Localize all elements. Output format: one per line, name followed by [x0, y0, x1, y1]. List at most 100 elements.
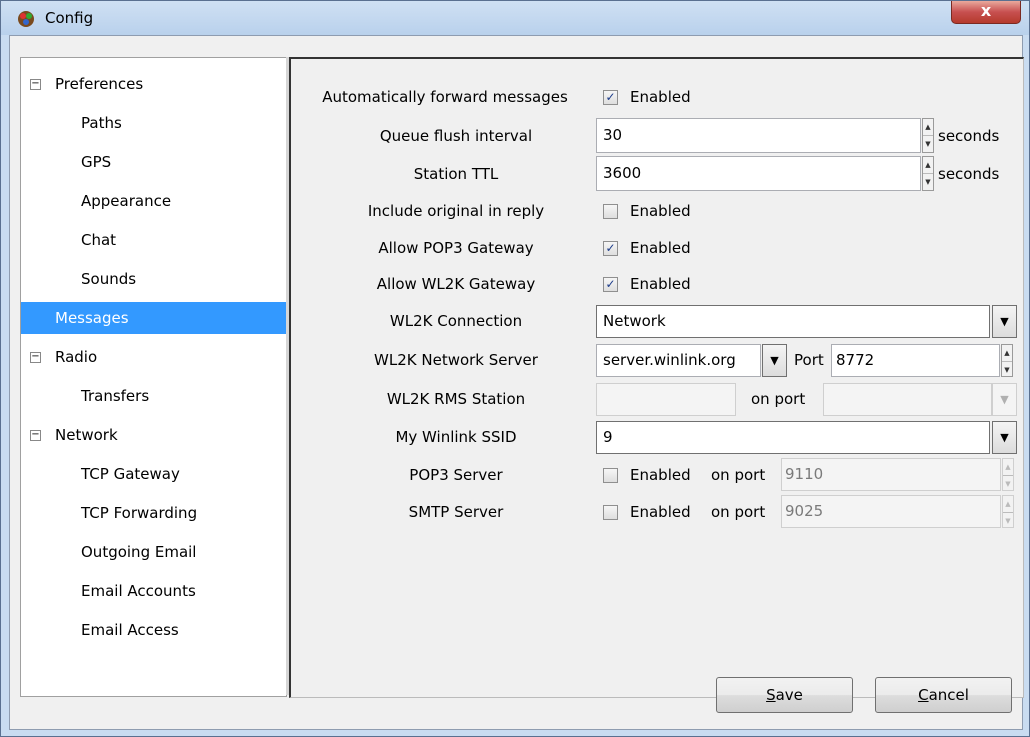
tree-item-label: Preferences	[55, 75, 144, 93]
pop3-server-port-input[interactable]: 9110	[781, 458, 1001, 491]
smtp-server-port-input[interactable]: 9025	[781, 495, 1001, 528]
tree-item-email-access[interactable]: Email Access	[21, 614, 286, 646]
auto-forward-label: Automatically forward messages	[322, 88, 568, 106]
tree-item-outgoing-email[interactable]: Outgoing Email	[21, 536, 286, 568]
tree-item-radio[interactable]: − Radio	[21, 341, 286, 373]
tree-item-label: Sounds	[81, 270, 137, 288]
include-original-label: Include original in reply	[367, 202, 545, 220]
wl2k-rms-label: WL2K RMS Station	[386, 390, 526, 408]
wl2k-server-port-input[interactable]: 8772	[831, 344, 1000, 377]
wl2k-gateway-label: Allow WL2K Gateway	[376, 275, 536, 293]
wl2k-server-port-spinner[interactable]: ▲ ▼	[1001, 344, 1013, 377]
wl2k-server-dropdown[interactable]: ▼	[762, 344, 787, 377]
tree-item-label: Email Accounts	[81, 582, 196, 600]
tree-item-tcp-forwarding[interactable]: TCP Forwarding	[21, 497, 286, 529]
auto-forward-checkbox[interactable]: ✓	[603, 90, 618, 105]
smtp-server-text: Enabled	[630, 503, 691, 521]
save-button[interactable]: Save	[716, 677, 853, 713]
tree-item-appearance[interactable]: Appearance	[21, 185, 286, 217]
title-bar[interactable]: Config x	[1, 1, 1029, 35]
settings-tree[interactable]: − Preferences Paths GPS Appearance Chat Sounds…	[20, 57, 287, 697]
spin-down-icon[interactable]: ▼	[1003, 513, 1013, 529]
save-mnemonic: S	[766, 686, 776, 704]
tree-item-network[interactable]: − Network	[21, 419, 286, 451]
tree-item-label: Email Access	[81, 621, 179, 639]
pop3-gateway-text: Enabled	[630, 239, 691, 257]
spin-up-icon[interactable]: ▲	[1003, 459, 1013, 476]
window-title: Config	[45, 9, 94, 27]
tree-item-paths[interactable]: Paths	[21, 107, 286, 139]
messages-panel: Automatically forward messages ✓ Enabled…	[289, 57, 1024, 698]
smtp-server-checkbox[interactable]	[603, 505, 618, 520]
spin-down-icon[interactable]: ▼	[923, 174, 933, 190]
tree-item-label: Messages	[55, 309, 129, 327]
tree-item-tcp-gateway[interactable]: TCP Gateway	[21, 458, 286, 490]
spin-down-icon[interactable]: ▼	[1002, 362, 1012, 378]
tree-item-sounds[interactable]: Sounds	[21, 263, 286, 295]
chevron-down-icon: ▼	[1000, 393, 1009, 406]
queue-flush-spinner[interactable]: ▲ ▼	[922, 118, 934, 153]
wl2k-server-port-label: Port	[794, 351, 824, 369]
save-label-rest: ave	[775, 686, 803, 704]
chevron-down-icon: ▼	[1000, 315, 1009, 328]
cancel-label-rest: ancel	[928, 686, 969, 704]
tree-item-label: Outgoing Email	[81, 543, 197, 561]
include-original-checkbox[interactable]	[603, 204, 618, 219]
station-ttl-unit: seconds	[938, 165, 1000, 183]
collapse-icon[interactable]: −	[30, 430, 41, 441]
tree-item-email-accounts[interactable]: Email Accounts	[21, 575, 286, 607]
pop3-server-text: Enabled	[630, 466, 691, 484]
tree-item-label: Paths	[81, 114, 122, 132]
spin-down-icon[interactable]: ▼	[923, 136, 933, 152]
spin-up-icon[interactable]: ▲	[923, 157, 933, 174]
tree-item-label: Radio	[55, 348, 98, 366]
smtp-server-port-spinner[interactable]: ▲ ▼	[1002, 495, 1014, 528]
wl2k-rms-port-dropdown[interactable]: ▼	[992, 383, 1017, 416]
tree-item-gps[interactable]: GPS	[21, 146, 286, 178]
collapse-icon[interactable]: −	[30, 79, 41, 90]
tree-item-preferences[interactable]: − Preferences	[21, 68, 286, 100]
spin-up-icon[interactable]: ▲	[1002, 345, 1012, 362]
tree-item-transfers[interactable]: Transfers	[21, 380, 286, 412]
pop3-gateway-checkbox[interactable]: ✓	[603, 241, 618, 256]
collapse-icon[interactable]: −	[30, 352, 41, 363]
pop3-server-checkbox[interactable]	[603, 468, 618, 483]
wl2k-gateway-checkbox[interactable]: ✓	[603, 277, 618, 292]
pop3-server-label: POP3 Server	[409, 466, 503, 484]
wl2k-connection-select[interactable]: Network	[596, 305, 990, 338]
chevron-down-icon: ▼	[770, 354, 779, 367]
wl2k-rms-port-select[interactable]	[823, 383, 992, 416]
wl2k-rms-input[interactable]	[596, 383, 736, 416]
tree-item-messages[interactable]: Messages	[21, 302, 286, 334]
queue-flush-input[interactable]: 30	[596, 118, 921, 153]
station-ttl-spinner[interactable]: ▲ ▼	[922, 156, 934, 191]
chevron-down-icon: ▼	[1000, 431, 1009, 444]
spin-up-icon[interactable]: ▲	[923, 119, 933, 136]
tree-item-label: TCP Gateway	[81, 465, 180, 483]
tree-item-label: Chat	[81, 231, 117, 249]
wl2k-rms-port-label: on port	[751, 390, 806, 408]
smtp-server-label: SMTP Server	[408, 503, 504, 521]
station-ttl-input[interactable]: 3600	[596, 156, 921, 191]
tree-item-label: GPS	[81, 153, 112, 171]
pop3-server-port-label: on port	[711, 466, 766, 484]
pop3-server-port-spinner[interactable]: ▲ ▼	[1002, 458, 1014, 491]
wl2k-server-select[interactable]: server.winlink.org	[596, 344, 761, 377]
tree-item-chat[interactable]: Chat	[21, 224, 286, 256]
auto-forward-text: Enabled	[630, 88, 691, 106]
ssid-label: My Winlink SSID	[395, 428, 517, 446]
cancel-button[interactable]: Cancel	[875, 677, 1012, 713]
pop3-gateway-label: Allow POP3 Gateway	[378, 239, 534, 257]
ssid-select[interactable]: 9	[596, 421, 990, 454]
wl2k-connection-dropdown[interactable]: ▼	[992, 305, 1017, 338]
tree-item-label: Network	[55, 426, 118, 444]
close-button[interactable]: x	[951, 1, 1021, 24]
spin-down-icon[interactable]: ▼	[1003, 476, 1013, 492]
client-area: − Preferences Paths GPS Appearance Chat Sounds…	[9, 35, 1024, 730]
ssid-dropdown[interactable]: ▼	[992, 421, 1017, 454]
queue-flush-unit: seconds	[938, 127, 1000, 145]
config-window: Config x − Preferences Paths GPS Appearance C…	[0, 0, 1030, 737]
app-icon	[18, 11, 34, 27]
spin-up-icon[interactable]: ▲	[1003, 496, 1013, 513]
station-ttl-label: Station TTL	[413, 165, 499, 183]
